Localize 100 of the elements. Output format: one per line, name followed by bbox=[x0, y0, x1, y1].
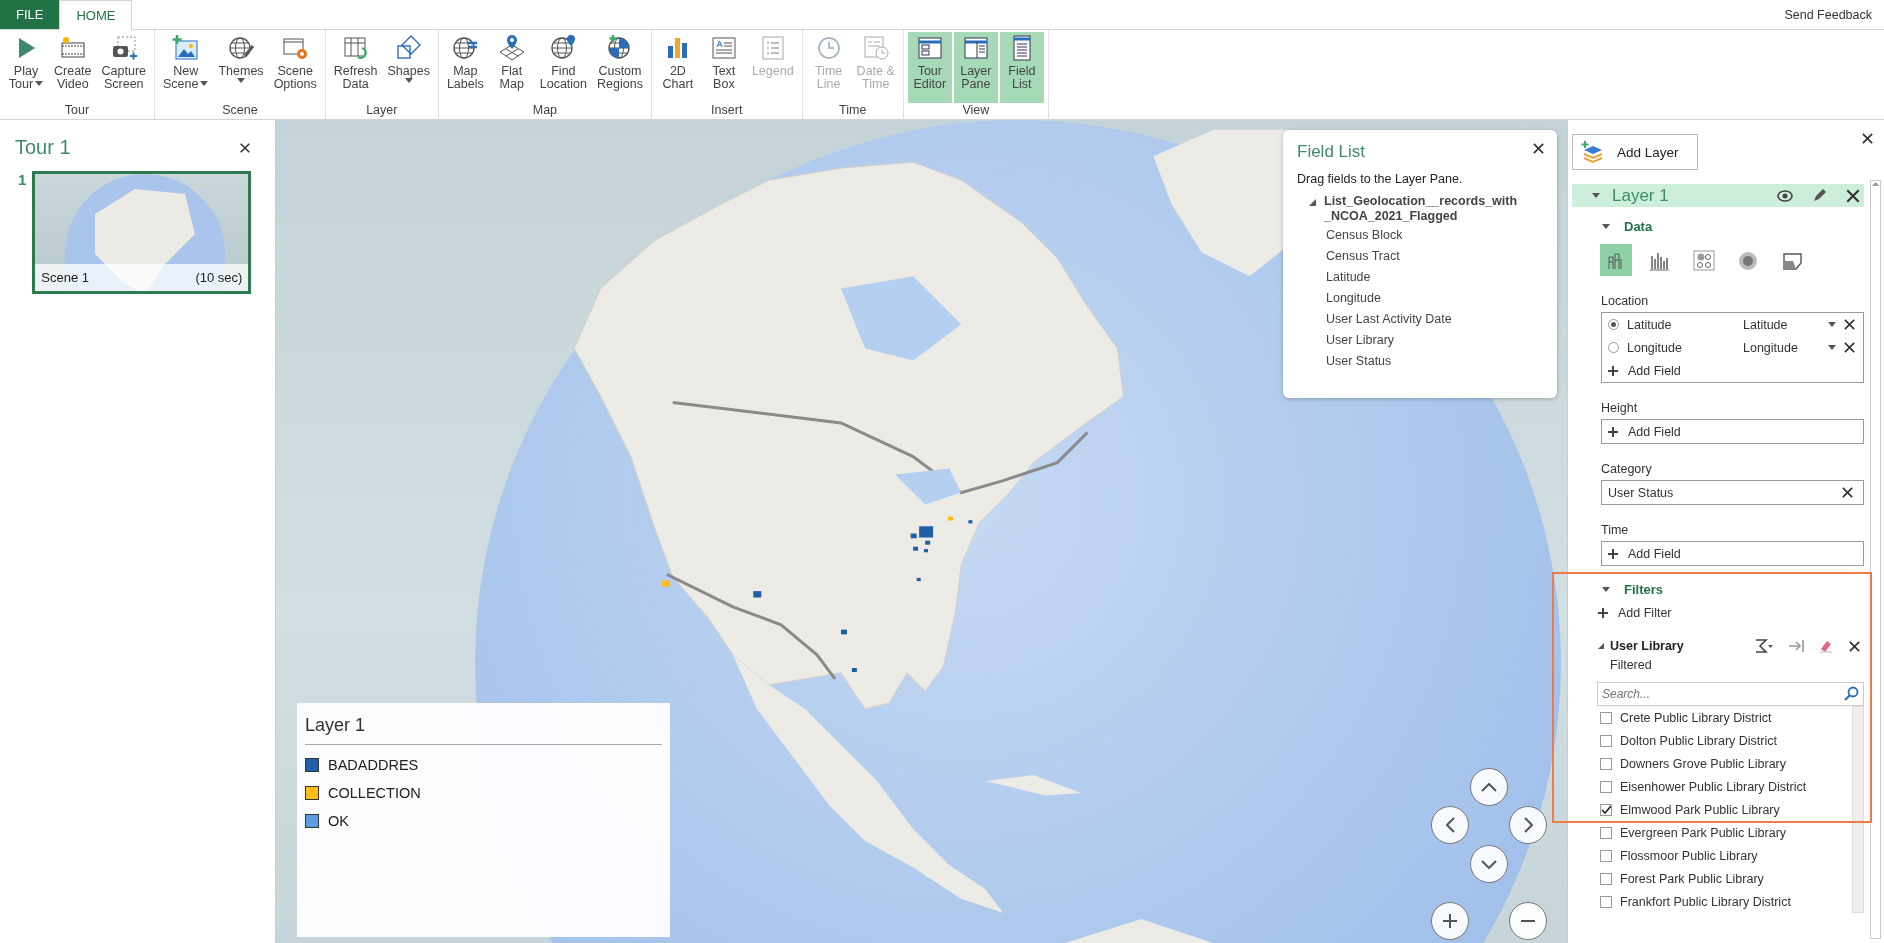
filter-status: Filtered bbox=[1609, 658, 1653, 672]
field-item[interactable]: Longitude bbox=[1297, 287, 1543, 308]
checkbox[interactable] bbox=[1600, 780, 1612, 793]
ribbon-button[interactable]: Map Labels bbox=[442, 32, 488, 103]
caret-icon bbox=[1592, 193, 1600, 198]
filter-option[interactable]: Elmwood Park Public Library bbox=[1597, 798, 1852, 821]
search-field[interactable]: Search... bbox=[1597, 682, 1864, 706]
file-tab[interactable]: FILE bbox=[0, 0, 60, 29]
popup-title: Field List bbox=[1297, 142, 1366, 162]
calendar-clock-icon bbox=[861, 34, 890, 62]
ribbon-button[interactable]: 2D Chart bbox=[655, 32, 700, 103]
group-label: Scene bbox=[221, 103, 259, 119]
zoom-out-button[interactable] bbox=[1509, 902, 1547, 940]
add-layer-button[interactable]: Add Layer bbox=[1572, 134, 1698, 170]
filter-option[interactable]: Evergreen Park Public Library bbox=[1597, 821, 1852, 844]
text-box-icon bbox=[709, 34, 738, 62]
filter-option[interactable]: Dolton Public Library District bbox=[1597, 729, 1852, 752]
group-label: Map bbox=[531, 103, 559, 119]
caret-icon bbox=[1602, 587, 1610, 592]
close-button[interactable] bbox=[1530, 140, 1547, 157]
section-header[interactable]: Data bbox=[1572, 219, 1864, 234]
picture-icon bbox=[171, 34, 200, 62]
add-field-button[interactable]: Add Field bbox=[1602, 542, 1863, 565]
ribbon-button[interactable]: Play Tour bbox=[4, 32, 48, 103]
field-name: Latitude bbox=[1627, 317, 1673, 332]
eraser-icon bbox=[1818, 638, 1834, 654]
visibility-button[interactable] bbox=[1774, 187, 1796, 204]
ribbon-button[interactable]: New Scene bbox=[159, 32, 213, 103]
close-button[interactable] bbox=[1859, 130, 1876, 147]
filter-option[interactable]: Frankfort Public Library District bbox=[1597, 890, 1852, 913]
filter-field-name[interactable]: User Library bbox=[1610, 639, 1745, 653]
arrow-to-bar-icon bbox=[1788, 638, 1804, 654]
scene-number: 1 bbox=[18, 171, 27, 188]
chevron-up-icon bbox=[1481, 782, 1497, 792]
close-icon bbox=[239, 141, 251, 154]
field-dropdown[interactable]: Longitude bbox=[1737, 339, 1840, 356]
ribbon-button[interactable]: Flat Map bbox=[489, 32, 534, 103]
field-name: User Status bbox=[1608, 485, 1674, 500]
chevron-right-icon bbox=[1523, 817, 1533, 833]
plus-icon bbox=[1598, 607, 1608, 618]
feedback-link[interactable]: Send Feedback bbox=[1784, 7, 1884, 22]
ribbon-button[interactable]: Field List bbox=[999, 32, 1044, 103]
field-label: Category bbox=[1600, 462, 1653, 476]
checkbox[interactable] bbox=[1600, 757, 1612, 770]
close-icon bbox=[1848, 639, 1861, 653]
close-icon bbox=[1841, 486, 1854, 499]
checkbox[interactable] bbox=[1600, 872, 1612, 885]
ribbon-button[interactable]: Scene Options bbox=[269, 32, 321, 103]
plus-icon bbox=[1443, 914, 1457, 928]
field-dropdown[interactable]: Latitude bbox=[1737, 316, 1840, 333]
sigma-icon bbox=[1754, 638, 1774, 654]
checkbox[interactable] bbox=[1600, 826, 1612, 839]
ribbon-button[interactable]: Find Location bbox=[535, 32, 591, 103]
add-filter-button[interactable]: Add Filter bbox=[1572, 601, 1864, 624]
ribbon-button[interactable]: Layer Pane bbox=[953, 32, 998, 103]
field-label: Time bbox=[1600, 523, 1630, 537]
field-label: Height bbox=[1600, 401, 1639, 415]
filter-option[interactable]: Crete Public Library District bbox=[1597, 706, 1852, 729]
field-item[interactable]: Census Block bbox=[1297, 224, 1543, 245]
filter-option[interactable]: Eisenhower Public Library District bbox=[1597, 775, 1852, 798]
filter-option[interactable]: Flossmoor Public Library bbox=[1597, 844, 1852, 867]
ribbon-button[interactable]: Create Video bbox=[50, 32, 96, 103]
field-item[interactable]: User Status bbox=[1297, 350, 1543, 371]
tour-title: Tour 1 bbox=[15, 136, 71, 159]
close-icon bbox=[1532, 142, 1545, 155]
checkbox[interactable] bbox=[1600, 849, 1612, 862]
add-field-button[interactable]: Add Field bbox=[1602, 420, 1863, 443]
ribbon-button[interactable]: Tour Editor bbox=[907, 32, 952, 103]
ribbon-button[interactable]: Themes bbox=[214, 32, 268, 103]
checkbox[interactable] bbox=[1600, 803, 1612, 816]
checkbox[interactable] bbox=[1600, 895, 1612, 908]
layer-name: Layer 1 bbox=[1612, 185, 1670, 206]
minus-icon bbox=[1521, 920, 1535, 922]
ribbon-button[interactable]: Capture Screen bbox=[97, 32, 150, 103]
scene-card[interactable]: Scene 1 (10 sec) bbox=[32, 171, 252, 294]
field-item[interactable]: Census Tract bbox=[1297, 245, 1543, 266]
ribbon-tab[interactable]: HOME bbox=[59, 0, 133, 30]
chevron-down-icon bbox=[1481, 859, 1497, 869]
panel-icon bbox=[961, 34, 990, 62]
add-field-button[interactable]: Add Field bbox=[1602, 359, 1863, 382]
group-label: Layer bbox=[365, 103, 399, 119]
field-item[interactable]: User Last Activity Date bbox=[1297, 308, 1543, 329]
ribbon-button[interactable]: Text Box bbox=[701, 32, 746, 103]
scene-name: Scene 1 bbox=[41, 270, 90, 285]
bubbles-icon bbox=[1691, 247, 1717, 273]
checkbox[interactable] bbox=[1600, 734, 1612, 747]
filter-option[interactable]: Forest Park Public Library bbox=[1597, 867, 1852, 890]
filter-option[interactable]: Downers Grove Public Library bbox=[1597, 752, 1852, 775]
section-header[interactable]: Filters bbox=[1572, 582, 1864, 597]
ribbon-button[interactable]: Custom Regions bbox=[593, 32, 647, 103]
checkmark-icon bbox=[1601, 805, 1611, 814]
map-pin-icon bbox=[497, 34, 526, 62]
ribbon-button[interactable]: Shapes bbox=[383, 32, 434, 103]
ribbon-button[interactable]: Refresh Data bbox=[329, 32, 382, 103]
table-name[interactable]: List_Geolocation__records_with_NCOA_2021_Flagged bbox=[1324, 194, 1524, 224]
caret-icon bbox=[1602, 224, 1610, 229]
field-item[interactable]: Latitude bbox=[1297, 266, 1543, 287]
close-icon bbox=[1845, 187, 1861, 204]
field-item[interactable]: User Library bbox=[1297, 329, 1543, 350]
checkbox[interactable] bbox=[1600, 711, 1612, 724]
